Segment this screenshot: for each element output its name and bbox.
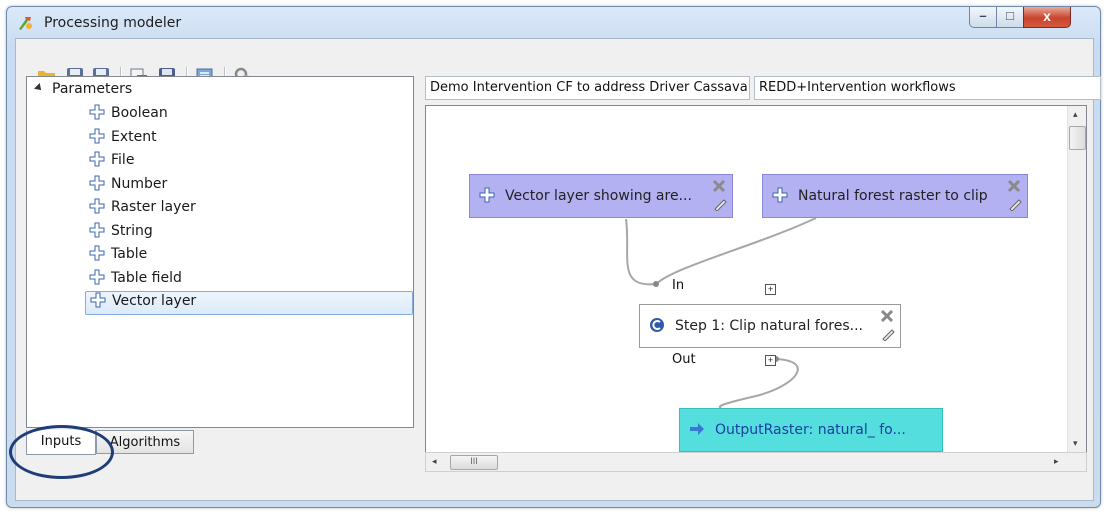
scroll-right-icon[interactable]: ▸ bbox=[1054, 456, 1059, 467]
algorithm-node-clip[interactable]: Step 1: Clip natural fores... bbox=[639, 304, 901, 348]
scroll-down-icon[interactable]: ▾ bbox=[1073, 438, 1078, 449]
parameter-item-label: Table field bbox=[111, 269, 182, 286]
window-title: Processing modeler bbox=[44, 15, 182, 31]
maximize-button[interactable]: □ bbox=[996, 7, 1024, 28]
parameter-item-label: File bbox=[111, 152, 135, 168]
parameter-item-label: Number bbox=[111, 175, 168, 192]
vertical-scrollbar[interactable]: ▴ ▾ bbox=[1067, 106, 1086, 453]
horizontal-scrollbar[interactable]: ◂ III ▸ bbox=[425, 452, 1087, 472]
input-node-raster-layer[interactable]: Natural forest raster to clip bbox=[762, 174, 1028, 218]
inputs-tab-highlight-ring bbox=[9, 425, 114, 479]
scroll-up-icon[interactable]: ▴ bbox=[1073, 109, 1078, 120]
vertical-scroll-thumb[interactable] bbox=[1069, 126, 1086, 150]
parameter-item-label: Vector layer bbox=[112, 293, 197, 309]
parameter-item-raster-layer[interactable]: Raster layer bbox=[89, 198, 196, 220]
output-node-label: OutputRaster: natural_ fo... bbox=[715, 422, 906, 438]
plus-icon bbox=[772, 187, 788, 203]
parameter-item-table-field[interactable]: Table field bbox=[89, 269, 182, 291]
model-canvas[interactable]: Vector layer showing are... Natural fore… bbox=[425, 105, 1087, 454]
parameter-item-extent[interactable]: Extent bbox=[89, 128, 157, 150]
maximize-icon: □ bbox=[1006, 8, 1014, 23]
delete-icon[interactable] bbox=[880, 309, 894, 323]
delete-icon[interactable] bbox=[712, 179, 726, 193]
input-node-label: Vector layer showing are... bbox=[505, 188, 692, 204]
parameter-item-vector-layer[interactable]: Vector layer bbox=[85, 291, 413, 315]
title-bar[interactable]: Processing modeler – □ x bbox=[7, 7, 1100, 37]
plus-icon bbox=[479, 187, 495, 203]
inputs-tree-panel: Parameters Boolean Extent File Number Raster… bbox=[26, 76, 414, 428]
collapse-arrow-icon[interactable] bbox=[34, 83, 44, 93]
parameters-label: Parameters bbox=[52, 81, 133, 97]
parameter-item-table[interactable]: Table bbox=[89, 245, 147, 267]
input-node-vector-layer[interactable]: Vector layer showing are... bbox=[469, 174, 733, 218]
minimize-icon: – bbox=[979, 8, 987, 23]
parameters-group[interactable]: Parameters bbox=[34, 81, 133, 103]
input-node-label: Natural forest raster to clip bbox=[798, 188, 988, 204]
edit-pencil-icon[interactable] bbox=[880, 327, 896, 341]
parameter-item-label: Raster layer bbox=[111, 199, 196, 215]
plus-icon bbox=[89, 104, 105, 120]
model-group-value: REDD+Intervention workflows bbox=[759, 80, 956, 95]
arrow-right-icon bbox=[690, 423, 704, 435]
parameter-item-boolean[interactable]: Boolean bbox=[89, 104, 168, 126]
plus-icon bbox=[89, 175, 105, 190]
parameter-item-label: Boolean bbox=[111, 105, 168, 121]
close-button[interactable]: x bbox=[1023, 7, 1071, 28]
plus-icon bbox=[89, 222, 105, 237]
plus-icon bbox=[90, 292, 106, 308]
parameter-item-label: String bbox=[111, 222, 153, 239]
expand-inputs-icon[interactable]: + bbox=[765, 284, 776, 295]
scroll-grip: III bbox=[470, 456, 478, 466]
minimize-button[interactable]: – bbox=[969, 7, 997, 28]
delete-icon[interactable] bbox=[1007, 179, 1021, 193]
parameter-item-label: Table bbox=[111, 246, 148, 262]
close-icon: x bbox=[1043, 8, 1051, 24]
model-name-field[interactable]: Demo Intervention CF to address Driver C… bbox=[425, 76, 750, 100]
model-name-value: Demo Intervention CF to address Driver C… bbox=[430, 80, 748, 95]
model-group-field[interactable]: REDD+Intervention workflows bbox=[754, 76, 1101, 100]
port-out-label: Out bbox=[672, 352, 696, 367]
parameter-item-string[interactable]: String bbox=[89, 222, 153, 244]
connection-wires bbox=[625, 217, 817, 409]
processing-app-icon bbox=[19, 17, 32, 30]
algorithm-icon bbox=[650, 318, 664, 332]
processing-modeler-window: Processing modeler – □ x Parameters Bool… bbox=[6, 6, 1101, 508]
output-node[interactable]: OutputRaster: natural_ fo... bbox=[679, 408, 943, 452]
plus-icon bbox=[89, 245, 105, 261]
edit-pencil-icon[interactable] bbox=[712, 197, 728, 211]
plus-icon bbox=[89, 128, 105, 143]
parameter-item-label: Extent bbox=[111, 128, 157, 145]
port-in-label: In bbox=[672, 278, 685, 293]
expand-outputs-icon[interactable]: + bbox=[765, 355, 776, 366]
horizontal-scroll-thumb[interactable]: III bbox=[450, 455, 498, 470]
plus-icon bbox=[89, 269, 105, 284]
edit-pencil-icon[interactable] bbox=[1007, 197, 1023, 211]
plus-icon bbox=[89, 198, 105, 214]
algorithm-node-label: Step 1: Clip natural fores... bbox=[675, 318, 863, 334]
plus-icon bbox=[89, 151, 105, 167]
parameter-item-file[interactable]: File bbox=[89, 151, 134, 173]
scroll-left-icon[interactable]: ◂ bbox=[432, 456, 437, 467]
parameter-item-number[interactable]: Number bbox=[89, 175, 167, 197]
